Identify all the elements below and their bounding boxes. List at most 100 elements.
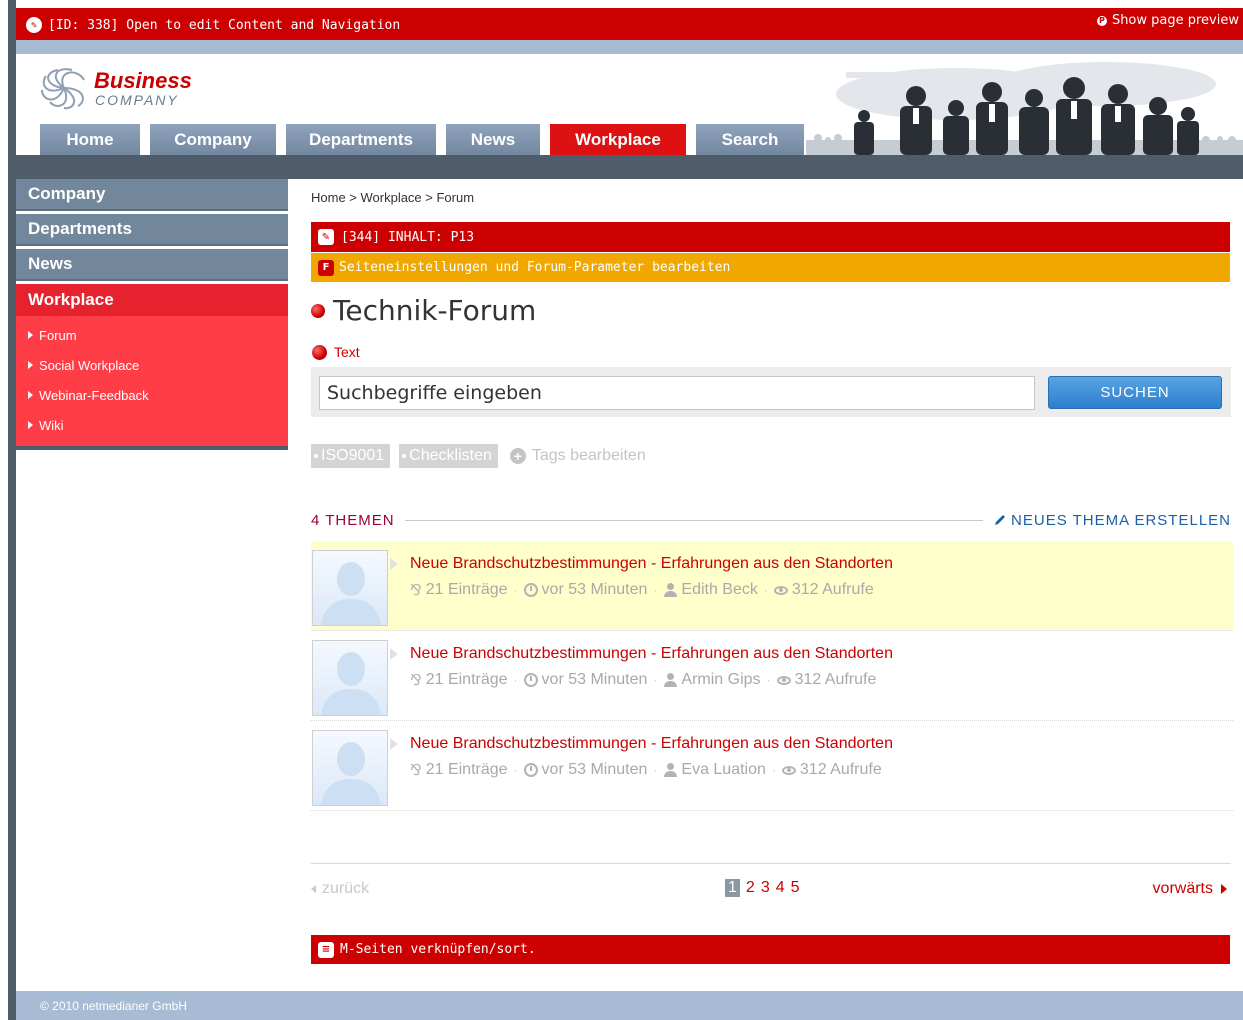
posts-icon: ⅋: [410, 672, 422, 689]
topic-meta: ⅋ 21 Einträge · vor 53 Minuten · Edith Be…: [410, 581, 874, 599]
topic-meta: ⅋ 21 Einträge · vor 53 Minuten · Eva Luat…: [410, 761, 882, 779]
arrow-right-icon: [28, 361, 33, 369]
topic-time: vor 53 Minuten: [541, 761, 648, 778]
topic-meta: ⅋ 21 Einträge · vor 53 Minuten · Armin Gi…: [410, 671, 877, 689]
new-topic-link[interactable]: NEUES THEMA ERSTELLEN: [993, 512, 1231, 529]
pointer-arrow: [390, 648, 398, 660]
clock-icon: [523, 673, 538, 687]
logo-swirl-icon: [41, 68, 85, 110]
page-preview-link[interactable]: P Show page preview: [1095, 13, 1239, 28]
user-icon: [663, 673, 678, 687]
sidebar-subitem-forum[interactable]: Forum: [16, 320, 288, 350]
list-item[interactable]: Neue Brandschutzbestimmungen - Erfahrung…: [311, 631, 1233, 721]
previous-page-link[interactable]: zurück: [311, 880, 369, 898]
sidebar-item-news[interactable]: News: [16, 249, 288, 281]
header-strip: [16, 40, 1243, 54]
company-logo[interactable]: Business COMPANY: [38, 66, 198, 114]
nav-tab-home[interactable]: Home: [40, 124, 140, 155]
previous-label: zurück: [322, 880, 370, 897]
topic-count: 4 THEMEN: [311, 511, 395, 529]
page-number[interactable]: 4: [776, 879, 785, 897]
topic-views: 312 Aufrufe: [794, 671, 877, 688]
eye-icon: [781, 765, 796, 775]
logo-company-text: COMPANY: [95, 92, 179, 108]
topic-title[interactable]: Neue Brandschutzbestimmungen - Erfahrung…: [410, 555, 893, 573]
header-bottom-bar: [16, 155, 1243, 179]
page-number[interactable]: 5: [791, 879, 800, 897]
copyright-text: © 2010 netmedianer GmbH: [40, 998, 187, 1013]
topic-title[interactable]: Neue Brandschutzbestimmungen - Erfahrung…: [410, 735, 893, 753]
topic-list: Neue Brandschutzbestimmungen - Erfahrung…: [311, 541, 1233, 811]
breadcrumb[interactable]: Home > Workplace > Forum: [311, 190, 474, 205]
sidebar-subitem-webinar-feedback[interactable]: Webinar-Feedback: [16, 380, 288, 410]
page-title-text: Technik-Forum: [333, 294, 537, 327]
main-navigation: Home Company Departments News Workplace …: [40, 124, 804, 155]
preview-label: Show page preview: [1111, 13, 1239, 28]
page-numbers: 1 2 3 4 5: [725, 879, 800, 897]
sidebar-subitem-social-workplace[interactable]: Social Workplace: [16, 350, 288, 380]
next-page-link[interactable]: vorwärts: [1153, 880, 1227, 898]
plus-icon: +: [509, 448, 526, 464]
sidebar-item-workplace[interactable]: Workplace: [16, 284, 288, 316]
arrow-right-icon: [28, 391, 33, 399]
avatar: [312, 550, 388, 626]
user-placeholder-icon: [321, 652, 381, 715]
page-number[interactable]: 2: [746, 879, 755, 897]
topic-author[interactable]: Eva Luation: [681, 761, 766, 779]
edit-tags-link[interactable]: + Tags bearbeiten: [509, 447, 646, 465]
nav-tab-company[interactable]: Company: [150, 124, 276, 155]
tag-checklisten[interactable]: Checklisten: [399, 444, 498, 468]
user-icon: [663, 583, 678, 597]
settings-edit-bar[interactable]: F Seiteneinstellungen und Forum-Paramete…: [311, 253, 1230, 282]
sidebar-subitem-label: Webinar-Feedback: [39, 387, 149, 403]
subpages-edit-bar[interactable]: ≡ M-Seiten verknüpfen/sort.: [311, 935, 1230, 964]
user-placeholder-icon: [321, 742, 381, 805]
topic-time: vor 53 Minuten: [541, 671, 648, 688]
cms-edit-bar[interactable]: ✎ [ID: 338] Open to edit Content and Nav…: [16, 8, 1243, 40]
arrow-left-icon: [311, 885, 316, 893]
nav-tab-departments[interactable]: Departments: [286, 124, 436, 155]
page-number[interactable]: 3: [761, 879, 770, 897]
forum-settings-icon: F: [318, 259, 334, 276]
pagination: zurück 1 2 3 4 5 vorwärts: [311, 863, 1231, 903]
text-link-label: Text: [334, 344, 360, 360]
tag-list: ISO9001 Checklisten + Tags bearbeiten: [311, 444, 646, 468]
text-link[interactable]: Text: [312, 344, 360, 360]
topic-author[interactable]: Edith Beck: [681, 581, 757, 599]
topic-title[interactable]: Neue Brandschutzbestimmungen - Erfahrung…: [410, 645, 893, 663]
page-title: Technik-Forum: [311, 294, 536, 327]
topic-author[interactable]: Armin Gips: [681, 671, 760, 689]
arrow-right-icon: [28, 331, 33, 339]
search-input[interactable]: Suchbegriffe eingeben: [319, 376, 1035, 410]
nav-tab-search[interactable]: Search: [696, 124, 804, 155]
forum-search: Suchbegriffe eingeben SUCHEN: [311, 367, 1231, 417]
posts-icon: ⅋: [410, 582, 422, 599]
sidebar: Company Departments News Workplace Forum…: [16, 179, 288, 450]
arrow-right-icon: [28, 421, 33, 429]
sidebar-item-company[interactable]: Company: [16, 179, 288, 211]
edit-icon: ✎: [26, 17, 42, 33]
nav-tab-workplace[interactable]: Workplace: [550, 124, 686, 155]
site-header: Business COMPANY Home Company Department…: [16, 54, 1243, 155]
sidebar-subitem-wiki[interactable]: Wiki: [16, 410, 288, 440]
list-item[interactable]: Neue Brandschutzbestimmungen - Erfahrung…: [311, 541, 1233, 631]
topic-views: 312 Aufrufe: [791, 581, 874, 598]
topic-entries: 21 Einträge: [425, 581, 508, 598]
search-button[interactable]: SUCHEN: [1048, 376, 1222, 409]
tag-iso9001[interactable]: ISO9001: [311, 444, 391, 468]
sidebar-item-departments[interactable]: Departments: [16, 214, 288, 246]
user-placeholder-icon: [321, 562, 381, 625]
nav-tab-news[interactable]: News: [446, 124, 540, 155]
list-icon: ≡: [318, 941, 334, 958]
bullet-icon: [312, 344, 327, 360]
list-item[interactable]: Neue Brandschutzbestimmungen - Erfahrung…: [311, 721, 1233, 811]
new-topic-label: NEUES THEMA ERSTELLEN: [1011, 511, 1231, 529]
topic-entries: 21 Einträge: [425, 671, 508, 688]
content-edit-bar[interactable]: ✎ [344] INHALT: P13: [311, 222, 1230, 252]
edit-content-link[interactable]: ✎ [ID: 338] Open to edit Content and Nav…: [26, 17, 400, 33]
divider: [404, 519, 984, 521]
page-number-current[interactable]: 1: [725, 879, 740, 897]
topic-views: 312 Aufrufe: [799, 761, 882, 778]
sidebar-subitem-label: Wiki: [39, 417, 64, 433]
edit-bar-label: [ID: 338] Open to edit Content and Navig…: [48, 17, 401, 33]
